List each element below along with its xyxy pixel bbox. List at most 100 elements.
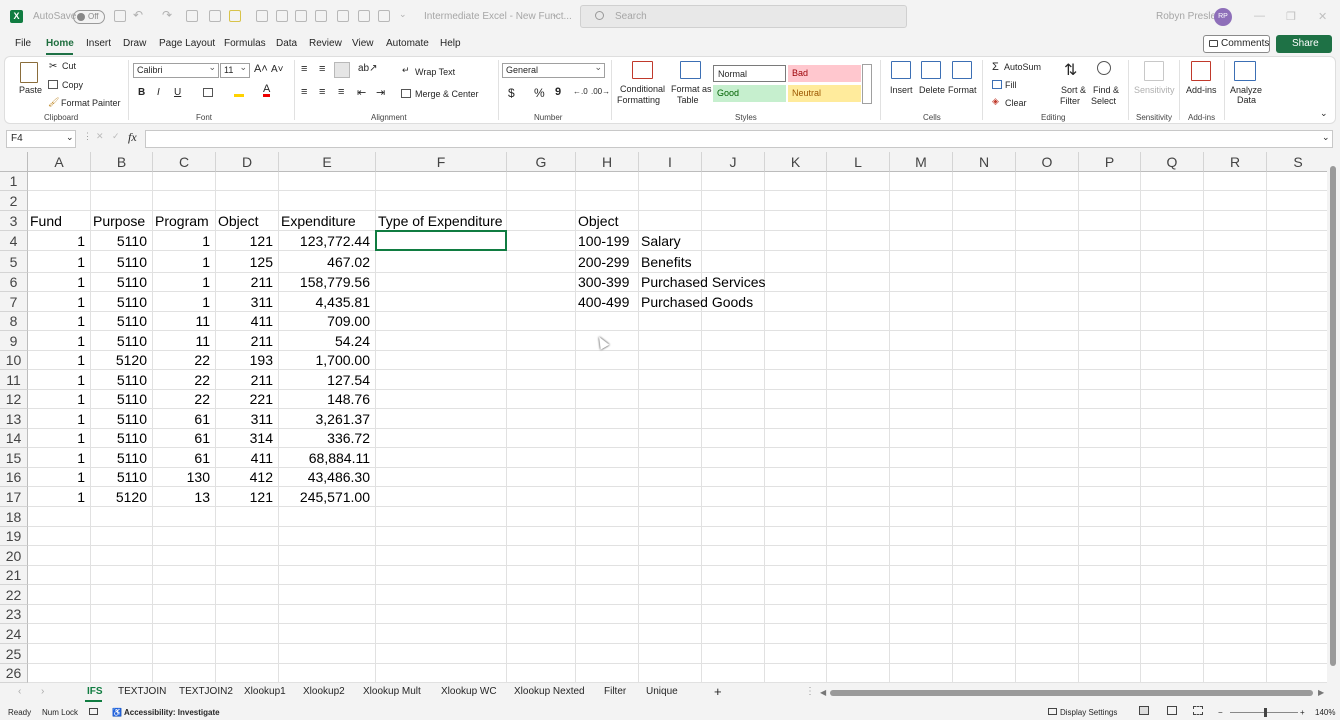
autosum-button[interactable]: AutoSum — [1004, 62, 1041, 72]
cell-object[interactable]: 125 — [218, 251, 273, 273]
hscroll-right-icon[interactable]: ▶ — [1318, 688, 1324, 697]
merge-center-icon[interactable] — [401, 89, 411, 98]
format-as-table-button[interactable]: Format as — [671, 84, 712, 94]
tab-xlookup-wc[interactable]: Xlookup WC — [441, 686, 497, 697]
row-header[interactable]: 19 — [0, 527, 28, 546]
close-icon[interactable]: ✕ — [1318, 10, 1327, 23]
conditional-formatting-button[interactable]: Conditional — [620, 84, 665, 94]
font-color-icon[interactable]: A — [263, 84, 271, 97]
lookup-range[interactable]: 200-299 — [578, 251, 629, 273]
cell-purpose[interactable]: 5110 — [93, 409, 147, 429]
currency-button[interactable]: $ — [508, 86, 515, 100]
clear-icon[interactable]: ◈ — [992, 96, 999, 107]
font-name-dropdown[interactable]: Calibri — [133, 61, 219, 78]
column-header[interactable]: C — [153, 152, 216, 172]
analyze-data-button-line2[interactable]: Data — [1237, 95, 1256, 105]
column-header[interactable]: Q — [1141, 152, 1204, 172]
decrease-font-icon[interactable]: A˅ — [271, 64, 284, 75]
cell-purpose[interactable]: 5110 — [93, 312, 147, 331]
menu-draw[interactable]: Draw — [123, 38, 146, 49]
row-header[interactable]: 11 — [0, 370, 28, 390]
format-icon[interactable] — [256, 10, 268, 22]
cell-purpose[interactable]: 5110 — [93, 231, 147, 251]
screenshot-icon[interactable] — [378, 10, 390, 22]
open-file-icon[interactable] — [209, 10, 221, 22]
new-file-icon[interactable] — [186, 10, 198, 22]
lookup-range[interactable]: 400-499 — [578, 292, 629, 312]
cell-purpose[interactable]: 5110 — [93, 292, 147, 312]
accessibility-status[interactable]: Accessibility: Investigate — [124, 708, 220, 717]
style-neutral[interactable]: Neutral — [788, 85, 861, 102]
column-header[interactable]: R — [1204, 152, 1267, 172]
conditional-formatting-icon[interactable] — [632, 61, 653, 79]
row-header[interactable]: 1 — [0, 172, 28, 191]
autosum-icon[interactable]: Σ — [992, 61, 999, 73]
row-header[interactable]: 6 — [0, 273, 28, 292]
lookup-range[interactable]: 100-199 — [578, 231, 629, 251]
cell-program[interactable]: 130 — [155, 468, 210, 487]
copy-icon[interactable] — [295, 10, 307, 22]
column-header[interactable]: B — [91, 152, 153, 172]
sort-filter-button-line2[interactable]: Filter — [1060, 96, 1080, 106]
cell-purpose[interactable]: 5110 — [93, 273, 147, 292]
zoom-slider-thumb[interactable] — [1264, 708, 1267, 717]
row-header[interactable]: 13 — [0, 409, 28, 429]
orientation-icon[interactable]: ab↗ — [358, 63, 378, 74]
column-label-object[interactable]: Object — [218, 211, 258, 231]
cell-program[interactable]: 61 — [155, 429, 210, 448]
column-label-purpose[interactable]: Purpose — [93, 211, 145, 231]
merge-center-button[interactable]: Merge & Center — [415, 89, 479, 99]
increase-indent-icon[interactable]: ⇥ — [376, 86, 385, 99]
decrease-decimal-icon[interactable]: .00→ — [591, 87, 610, 96]
print-preview-icon[interactable] — [315, 10, 327, 22]
row-header[interactable]: 2 — [0, 191, 28, 211]
tab-textjoin2[interactable]: TEXTJOIN2 — [179, 686, 233, 697]
find-select-button-line2[interactable]: Select — [1091, 96, 1116, 106]
italic-button[interactable]: I — [157, 87, 160, 98]
cell-program[interactable]: 1 — [155, 273, 210, 292]
row-header[interactable]: 18 — [0, 507, 28, 527]
cell-purpose[interactable]: 5120 — [93, 487, 147, 507]
column-label-program[interactable]: Program — [155, 211, 209, 231]
cell-object[interactable]: 311 — [218, 292, 273, 312]
cell-program[interactable]: 22 — [155, 351, 210, 370]
column-header[interactable]: F — [376, 152, 507, 172]
font-size-dropdown[interactable]: 11 — [220, 61, 250, 78]
row-header[interactable]: 23 — [0, 605, 28, 624]
add-sheet-icon[interactable]: + — [714, 684, 722, 699]
tab-ifs[interactable]: IFS — [87, 686, 103, 697]
cell-program[interactable]: 61 — [155, 409, 210, 429]
minimize-icon[interactable]: — — [1254, 10, 1265, 22]
undo-icon[interactable]: ↶ — [133, 8, 143, 22]
style-normal[interactable]: Normal — [713, 65, 786, 82]
cell-purpose[interactable]: 5120 — [93, 351, 147, 370]
menu-home[interactable]: Home — [46, 38, 74, 49]
row-header[interactable]: 5 — [0, 251, 28, 273]
column-header[interactable]: M — [890, 152, 953, 172]
cell-object[interactable]: 121 — [218, 487, 273, 507]
cell-expenditure[interactable]: 43,486.30 — [281, 468, 370, 487]
cell-fund[interactable]: 1 — [30, 448, 85, 468]
row-header[interactable]: 15 — [0, 448, 28, 468]
format-as-table-icon[interactable] — [680, 61, 701, 79]
menu-review[interactable]: Review — [309, 38, 342, 49]
share-button[interactable]: Share — [1276, 35, 1332, 53]
row-header[interactable]: 20 — [0, 546, 28, 566]
add-ins-button[interactable]: Add-ins — [1186, 85, 1217, 95]
selected-cell[interactable] — [375, 230, 507, 251]
column-label-expenditure[interactable]: Expenditure — [281, 211, 356, 231]
sort-filter-icon[interactable]: ⇅ — [1064, 60, 1077, 80]
row-header[interactable]: 17 — [0, 487, 28, 507]
cell-expenditure[interactable]: 123,772.44 — [281, 231, 370, 251]
menu-help[interactable]: Help — [440, 38, 461, 49]
tab-unique[interactable]: Unique — [646, 686, 678, 697]
cell-expenditure[interactable]: 4,435.81 — [281, 292, 371, 312]
avatar[interactable]: RP — [1214, 8, 1232, 26]
increase-decimal-icon[interactable]: ←.0 — [573, 87, 588, 96]
conditional-formatting-button-line2[interactable]: Formatting — [617, 95, 660, 105]
add-ins-icon[interactable] — [1191, 61, 1211, 81]
format-as-table-button-line2[interactable]: Table — [677, 95, 699, 105]
align-middle-icon[interactable]: ≡ — [319, 63, 325, 75]
tab-xlookup1[interactable]: Xlookup1 — [244, 686, 286, 697]
lookup-type[interactable]: Purchased Services — [641, 273, 766, 292]
